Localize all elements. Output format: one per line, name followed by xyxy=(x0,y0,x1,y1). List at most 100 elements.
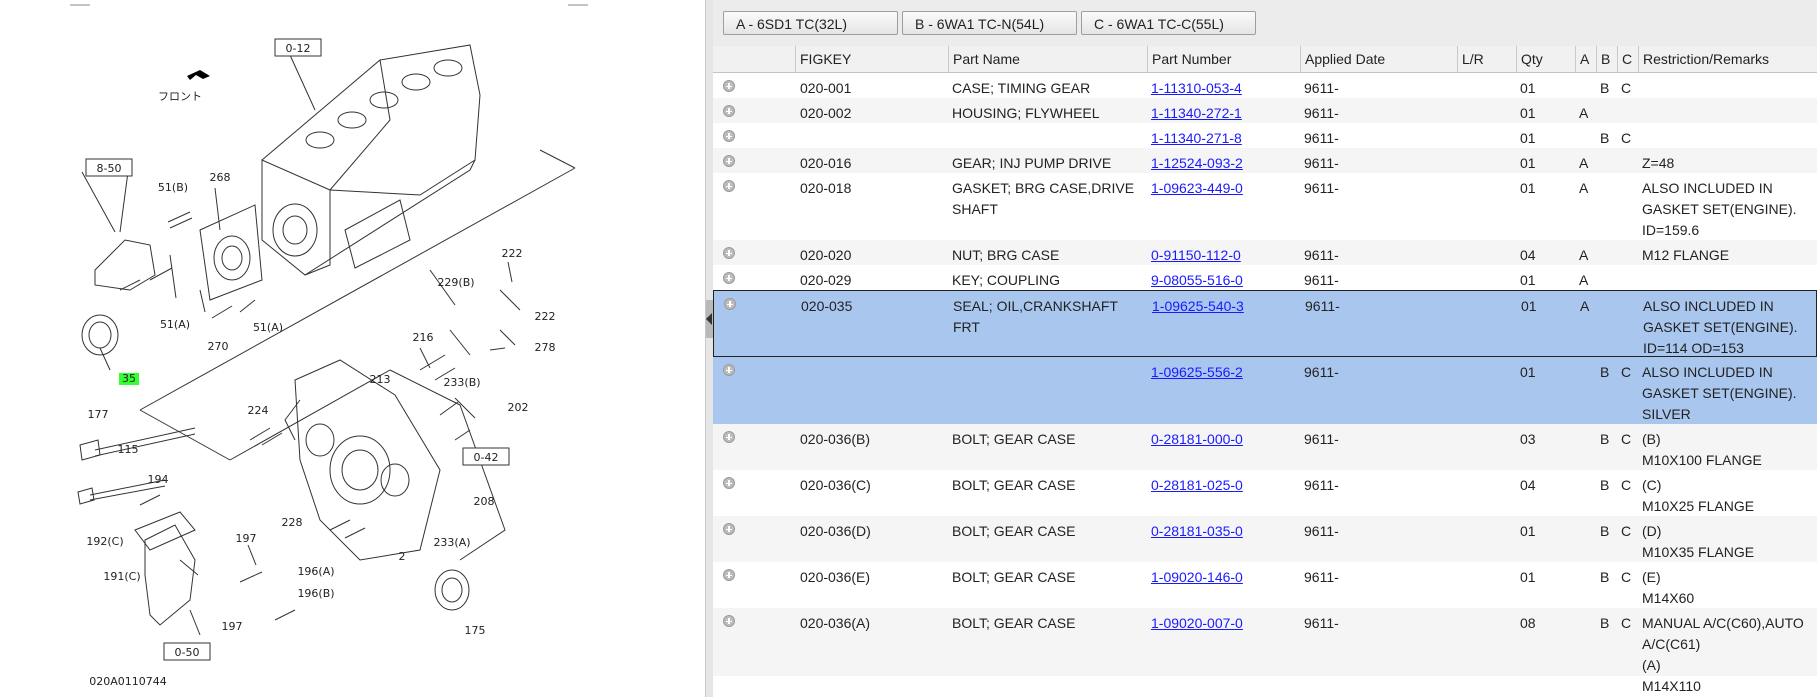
expand-row-icon[interactable] xyxy=(724,298,736,310)
diagram-callout-18[interactable]: 177 xyxy=(88,408,109,421)
cell-remarks: ALSO INCLUDED IN GASKET SET(ENGINE). ID=… xyxy=(1642,180,1797,238)
cell-pn[interactable]: 0-28181-035-0 xyxy=(1151,521,1301,542)
expand-row-icon[interactable] xyxy=(723,155,735,167)
col-figkey[interactable]: FIGKEY xyxy=(795,46,948,72)
col-a[interactable]: A xyxy=(1575,46,1596,72)
diagram-callout-20[interactable]: 0-42 xyxy=(474,451,499,464)
cell-pn[interactable]: 0-28181-000-0 xyxy=(1151,429,1301,450)
collapse-handle[interactable] xyxy=(706,300,713,338)
diagram-callout-25[interactable]: 233(A) xyxy=(433,536,470,549)
diagram-callout-19[interactable]: 115 xyxy=(118,443,139,456)
cell-remarks: (C) M10X25 FLANGE xyxy=(1642,477,1755,514)
table-row[interactable]: 020-036(E) BOLT; GEAR CASE 1-09020-146-0 96… xyxy=(713,562,1817,608)
col-applied-date[interactable]: Applied Date xyxy=(1300,46,1457,72)
diagram-callout-14[interactable]: 213 xyxy=(370,373,391,386)
expand-row-icon[interactable] xyxy=(723,130,735,142)
cell-pn[interactable]: 1-11340-272-1 xyxy=(1151,103,1301,124)
col-part-name[interactable]: Part Name xyxy=(948,46,1147,72)
diagram-callout-7[interactable]: 51(A) xyxy=(253,321,283,334)
cell-pn[interactable]: 1-09623-449-0 xyxy=(1151,178,1301,199)
diagram-callout-10[interactable]: 229(B) xyxy=(437,276,474,289)
diagram-callout-16[interactable]: 224 xyxy=(248,404,269,417)
expand-row-icon[interactable] xyxy=(723,431,735,443)
col-qty[interactable]: Qty xyxy=(1516,46,1575,72)
diagram-callout-31[interactable]: 197 xyxy=(222,620,243,633)
tab-model-b[interactable]: B - 6WA1 TC-N(54L) xyxy=(902,11,1077,35)
diagram-callout-1[interactable]: フロント xyxy=(158,90,202,103)
cell-pn[interactable]: 1-11340-271-8 xyxy=(1151,128,1301,149)
diagram-callout-24[interactable]: 228 xyxy=(282,516,303,529)
parts-diagram[interactable]: 0-12 フロント 8-50 51(B) 268 51(A) 270 51(A) 35 222 22… xyxy=(0,0,705,697)
table-row[interactable]: 1-09625-556-2 9611- 01 B C ALSO INCLUDED IN G… xyxy=(713,357,1817,424)
diagram-callout-0[interactable]: 0-12 xyxy=(286,42,311,55)
col-remarks[interactable]: Restriction/Remarks xyxy=(1638,46,1817,72)
diagram-callout-26[interactable]: 197 xyxy=(236,532,257,545)
diagram-callout-15[interactable]: 233(B) xyxy=(443,376,480,389)
diagram-callout-23[interactable]: 192(C) xyxy=(86,535,123,548)
cell-qty: 04 xyxy=(1520,477,1536,493)
cell-c: C xyxy=(1621,431,1632,447)
diagram-callout-8[interactable]: 35 xyxy=(122,372,136,385)
diagram-callout-3[interactable]: 51(B) xyxy=(158,181,188,194)
tab-model-a[interactable]: A - 6SD1 TC(32L) xyxy=(723,11,898,35)
col-c[interactable]: C xyxy=(1617,46,1638,72)
table-row[interactable]: 020-036(C) BOLT; GEAR CASE 0-28181-025-0 96… xyxy=(713,470,1817,516)
diagram-callout-27[interactable]: 2 xyxy=(399,550,406,563)
col-lr[interactable]: L/R xyxy=(1457,46,1516,72)
expand-row-icon[interactable] xyxy=(723,523,735,535)
expand-row-icon[interactable] xyxy=(723,569,735,581)
diagram-callout-22[interactable]: 208 xyxy=(474,495,495,508)
diagram-callout-21[interactable]: 194 xyxy=(148,473,169,486)
col-b[interactable]: B xyxy=(1596,46,1617,72)
diagram-callout-32[interactable]: 175 xyxy=(465,624,486,637)
expand-row-icon[interactable] xyxy=(723,105,735,117)
cell-pn[interactable]: 1-09020-146-0 xyxy=(1151,567,1301,588)
table-row[interactable]: 020-036(D) BOLT; GEAR CASE 0-28181-035-0 96… xyxy=(713,516,1817,562)
table-row[interactable]: 020-036(B) BOLT; GEAR CASE 0-28181-000-0 96… xyxy=(713,424,1817,470)
table-row[interactable]: 020-035 SEAL; OIL,CRANKSHAFT FRT 1-09625-5… xyxy=(713,290,1817,357)
table-row[interactable]: 1-11340-271-8 9611- 01 B C xyxy=(713,123,1817,148)
diagram-callout-6[interactable]: 270 xyxy=(208,340,229,353)
cell-pn[interactable]: 1-09625-556-2 xyxy=(1151,362,1301,383)
diagram-callout-33[interactable]: 0-50 xyxy=(175,646,200,659)
cell-pn[interactable]: 1-12524-093-2 xyxy=(1151,153,1301,174)
table-row[interactable]: 020-036(A) BOLT; GEAR CASE 1-09020-007-0 96… xyxy=(713,608,1817,694)
diagram-callout-11[interactable]: 222 xyxy=(535,310,556,323)
diagram-callout-17[interactable]: 202 xyxy=(508,401,529,414)
expand-row-icon[interactable] xyxy=(723,247,735,259)
diagram-callout-5[interactable]: 51(A) xyxy=(160,318,190,331)
col-part-number[interactable]: Part Number xyxy=(1147,46,1300,72)
cell-pn[interactable]: 0-28181-025-0 xyxy=(1151,475,1301,496)
table-row[interactable]: 020-001 CASE; TIMING GEAR 1-11310-053-4 961… xyxy=(713,73,1817,98)
diagram-callout-13[interactable]: 278 xyxy=(535,341,556,354)
cell-pn[interactable]: 9-08055-516-0 xyxy=(1151,270,1301,291)
table-row[interactable]: 020-002 HOUSING; FLYWHEEL 1-11340-272-1 961… xyxy=(713,98,1817,123)
cell-c: C xyxy=(1621,80,1632,96)
expand-row-icon[interactable] xyxy=(723,477,735,489)
diagram-callout-30[interactable]: 196(B) xyxy=(297,587,334,600)
cell-c: C xyxy=(1621,477,1632,493)
expand-row-icon[interactable] xyxy=(723,180,735,192)
expand-row-icon[interactable] xyxy=(723,615,735,627)
diagram-callout-34[interactable]: 020A0110744 xyxy=(89,675,167,688)
tab-model-c[interactable]: C - 6WA1 TC-C(55L) xyxy=(1081,11,1256,35)
expand-row-icon[interactable] xyxy=(723,272,735,284)
diagram-callout-2[interactable]: 8-50 xyxy=(97,162,122,175)
cell-pn[interactable]: 0-91150-112-0 xyxy=(1151,245,1301,266)
diagram-callout-29[interactable]: 196(A) xyxy=(297,565,334,578)
cell-pn[interactable]: 1-11310-053-4 xyxy=(1151,78,1301,99)
cell-pn[interactable]: 1-09625-540-3 xyxy=(1152,296,1302,317)
expand-row-icon[interactable] xyxy=(723,364,735,376)
table-row[interactable]: 020-016 GEAR; INJ PUMP DRIVE 1-12524-093-2… xyxy=(713,148,1817,173)
table-row[interactable]: 020-018 GASKET; BRG CASE,DRIVE SHAFT 1-096… xyxy=(713,173,1817,240)
diagram-callout-12[interactable]: 216 xyxy=(413,331,434,344)
table-row[interactable]: 020-020 NUT; BRG CASE 0-91150-112-0 9611- 04… xyxy=(713,240,1817,265)
expand-row-icon[interactable] xyxy=(723,80,735,92)
col-expand[interactable] xyxy=(713,46,795,72)
cell-a: A xyxy=(1579,180,1589,196)
cell-pn[interactable]: 1-09020-007-0 xyxy=(1151,613,1301,634)
diagram-callout-9[interactable]: 222 xyxy=(502,247,523,260)
table-row[interactable]: 020-029 KEY; COUPLING 9-08055-516-0 9611- 01… xyxy=(713,265,1817,290)
diagram-callout-4[interactable]: 268 xyxy=(210,171,231,184)
diagram-callout-28[interactable]: 191(C) xyxy=(103,570,140,583)
